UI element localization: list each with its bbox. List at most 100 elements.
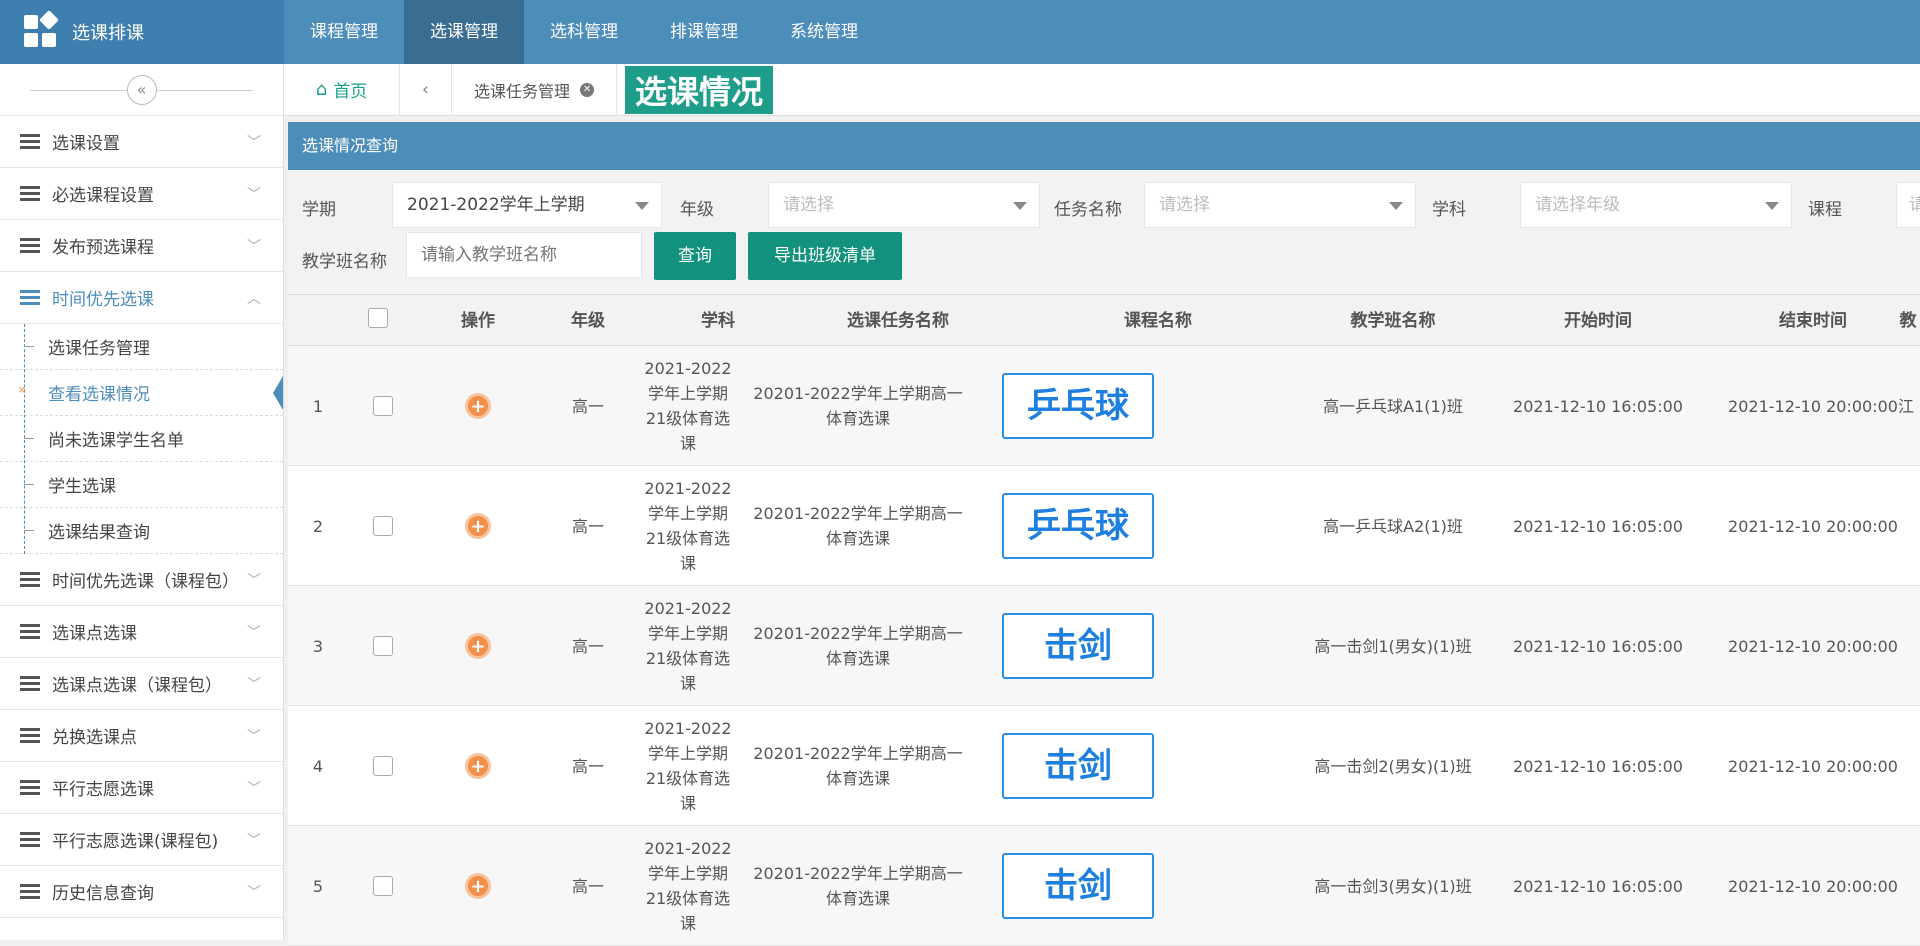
row-checkbox-cell bbox=[368, 586, 398, 706]
row-action-cell: + bbox=[428, 826, 528, 946]
sidebar-item-time-priority-package[interactable]: 时间优先选课（课程包） ﹀ bbox=[0, 554, 283, 606]
subject-label: 学科 bbox=[1432, 200, 1466, 220]
chevron-down-icon: ﹀ bbox=[247, 625, 261, 641]
sidebar-item-time-priority[interactable]: 时间优先选课 ︿ bbox=[0, 272, 283, 324]
chevron-down-icon: ﹀ bbox=[247, 833, 261, 849]
tab-current[interactable]: 选课情况 bbox=[625, 65, 774, 114]
chevron-down-icon: ﹀ bbox=[247, 781, 261, 797]
row-end-time: 2021-12-10 20:00:00 bbox=[1728, 516, 1898, 536]
table-row[interactable]: 3 + 高一 2021-2022学年上学期21级体育选课 20201-2022学… bbox=[288, 586, 1920, 706]
course-name-label: 乒乓球 bbox=[1002, 493, 1154, 559]
sidebar-item-points-selection-package[interactable]: 选课点选课（课程包） ﹀ bbox=[0, 658, 283, 710]
class-name-input[interactable] bbox=[406, 232, 642, 278]
submenu-item-unselected-students[interactable]: 尚未选课学生名单 bbox=[0, 416, 283, 462]
nav-system[interactable]: 系统管理 bbox=[764, 0, 884, 64]
course-name-label: 乒乓球 bbox=[1002, 373, 1154, 439]
table-row[interactable]: 2 + 高一 2021-2022学年上学期21级体育选课 20201-2022学… bbox=[288, 466, 1920, 586]
nav-course-management[interactable]: 课程管理 bbox=[284, 0, 404, 64]
row-action-cell: + bbox=[428, 706, 528, 826]
course-select[interactable]: 请 bbox=[1896, 182, 1920, 228]
add-icon[interactable]: + bbox=[465, 633, 491, 659]
sidebar-item-label: 发布预选课程 bbox=[52, 238, 154, 258]
submenu-item-view-selection[interactable]: » 查看选课情况 bbox=[0, 370, 283, 416]
nav-course-selection[interactable]: 选课管理 bbox=[404, 0, 524, 64]
submenu-item-task-management[interactable]: 选课任务管理 bbox=[0, 324, 283, 370]
submenu-item-student-selection[interactable]: 学生选课 bbox=[0, 462, 283, 508]
sidebar-item-history[interactable]: 历史信息查询 ﹀ bbox=[0, 866, 283, 918]
sidebar-item-required-courses[interactable]: 必选课程设置 ﹀ bbox=[0, 168, 283, 220]
filter-form: 学期 2021-2022学年上学期 年级 请选择 任务名称 请选择 学科 请选择… bbox=[288, 170, 1920, 294]
row-checkbox[interactable] bbox=[373, 876, 393, 896]
sidebar-item-parallel-wish[interactable]: 平行志愿选课 ﹀ bbox=[0, 762, 283, 814]
tab-scroll-left-button[interactable]: ‹ bbox=[400, 63, 452, 116]
subject-select[interactable]: 请选择年级 bbox=[1520, 182, 1792, 228]
row-action-cell: + bbox=[428, 466, 528, 586]
table-row[interactable]: 4 + 高一 2021-2022学年上学期21级体育选课 20201-2022学… bbox=[288, 706, 1920, 826]
row-grade: 高一 bbox=[571, 756, 604, 776]
table-row[interactable]: 5 + 高一 2021-2022学年上学期21级体育选课 20201-2022学… bbox=[288, 826, 1920, 946]
sidebar: « 选课设置 ﹀ 必选课程设置 ﹀ 发布预选课程 ﹀ 时间优先选课 ︿ 选课任务… bbox=[0, 64, 284, 940]
course-name-label: 击剑 bbox=[1002, 853, 1154, 919]
divider bbox=[30, 90, 130, 91]
add-icon[interactable]: + bbox=[465, 873, 491, 899]
chevron-down-icon: ﹀ bbox=[247, 573, 261, 589]
row-action-cell: + bbox=[428, 586, 528, 706]
term-label: 学期 bbox=[302, 200, 336, 220]
sidebar-item-label: 平行志愿选课(课程包) bbox=[52, 832, 219, 852]
row-checkbox[interactable] bbox=[373, 636, 393, 656]
nav-subject-selection[interactable]: 选科管理 bbox=[524, 0, 644, 64]
term-select-value: 2021-2022学年上学期 bbox=[407, 195, 585, 215]
row-subject: 2021-2022学年上学期21级体育选课 bbox=[644, 839, 732, 933]
menu-icon bbox=[20, 571, 40, 588]
sidebar-item-exchange-points[interactable]: 兑换选课点 ﹀ bbox=[0, 710, 283, 762]
task-name-select[interactable]: 请选择 bbox=[1144, 182, 1416, 228]
export-class-list-button[interactable]: 导出班级清单 bbox=[748, 232, 902, 280]
selection-table: 操作 年级 学科 选课任务名称 课程名称 教学班名称 开始时间 结束时间 教 1… bbox=[288, 294, 1920, 946]
sidebar-item-course-settings[interactable]: 选课设置 ﹀ bbox=[0, 116, 283, 168]
term-select[interactable]: 2021-2022学年上学期 bbox=[392, 182, 662, 228]
grade-select[interactable]: 请选择 bbox=[768, 182, 1040, 228]
row-subject: 2021-2022学年上学期21级体育选课 bbox=[644, 719, 732, 813]
row-number: 2 bbox=[312, 516, 324, 536]
row-checkbox[interactable] bbox=[373, 756, 393, 776]
row-grade: 高一 bbox=[571, 516, 604, 536]
row-checkbox[interactable] bbox=[373, 396, 393, 416]
row-subject: 2021-2022学年上学期21级体育选课 bbox=[644, 599, 732, 693]
add-icon[interactable]: + bbox=[465, 513, 491, 539]
submenu-item-label: 查看选课情况 bbox=[48, 385, 150, 405]
brand: 选课排课 bbox=[0, 0, 284, 64]
add-icon[interactable]: + bbox=[465, 393, 491, 419]
tab-task-management[interactable]: 选课任务管理 ✕ bbox=[452, 63, 618, 116]
grade-select-placeholder: 请选择 bbox=[783, 195, 834, 215]
row-subject: 2021-2022学年上学期21级体育选课 bbox=[644, 479, 732, 573]
tab-home[interactable]: ⌂ 首页 bbox=[284, 63, 400, 116]
menu-icon bbox=[20, 289, 40, 306]
col-grade: 年级 bbox=[571, 311, 605, 331]
sidebar-item-publish-preselect[interactable]: 发布预选课程 ﹀ bbox=[0, 220, 283, 272]
row-checkbox-cell bbox=[368, 826, 398, 946]
row-grade: 高一 bbox=[571, 396, 604, 416]
chevron-down-icon: ﹀ bbox=[247, 239, 261, 255]
row-start-time: 2021-12-10 16:05:00 bbox=[1513, 636, 1683, 656]
row-end-time: 2021-12-10 20:00:00 bbox=[1728, 396, 1898, 416]
query-button[interactable]: 查询 bbox=[654, 232, 736, 280]
nav-scheduling[interactable]: 排课管理 bbox=[644, 0, 764, 64]
sidebar-item-points-selection[interactable]: 选课点选课 ﹀ bbox=[0, 606, 283, 658]
collapse-sidebar-button[interactable]: « bbox=[126, 74, 157, 105]
task-name-select-placeholder: 请选择 bbox=[1159, 195, 1210, 215]
select-all-checkbox[interactable] bbox=[368, 308, 388, 328]
row-action-cell: + bbox=[428, 346, 528, 466]
home-icon: ⌂ bbox=[315, 79, 328, 100]
row-checkbox-cell bbox=[368, 706, 398, 826]
row-number: 5 bbox=[312, 876, 324, 896]
submenu-item-result-query[interactable]: 选课结果查询 bbox=[0, 508, 283, 554]
close-icon[interactable]: ✕ bbox=[580, 82, 595, 97]
sidebar-item-label: 选课点选课 bbox=[52, 624, 137, 644]
sidebar-item-parallel-wish-package[interactable]: 平行志愿选课(课程包) ﹀ bbox=[0, 814, 283, 866]
table-row[interactable]: 1 + 高一 2021-2022学年上学期21级体育选课 20201-2022学… bbox=[288, 346, 1920, 466]
add-icon[interactable]: + bbox=[465, 753, 491, 779]
row-number: 4 bbox=[312, 756, 324, 776]
row-start-time: 2021-12-10 16:05:00 bbox=[1513, 876, 1683, 896]
row-checkbox[interactable] bbox=[373, 516, 393, 536]
chevron-down-icon: ﹀ bbox=[247, 187, 261, 203]
